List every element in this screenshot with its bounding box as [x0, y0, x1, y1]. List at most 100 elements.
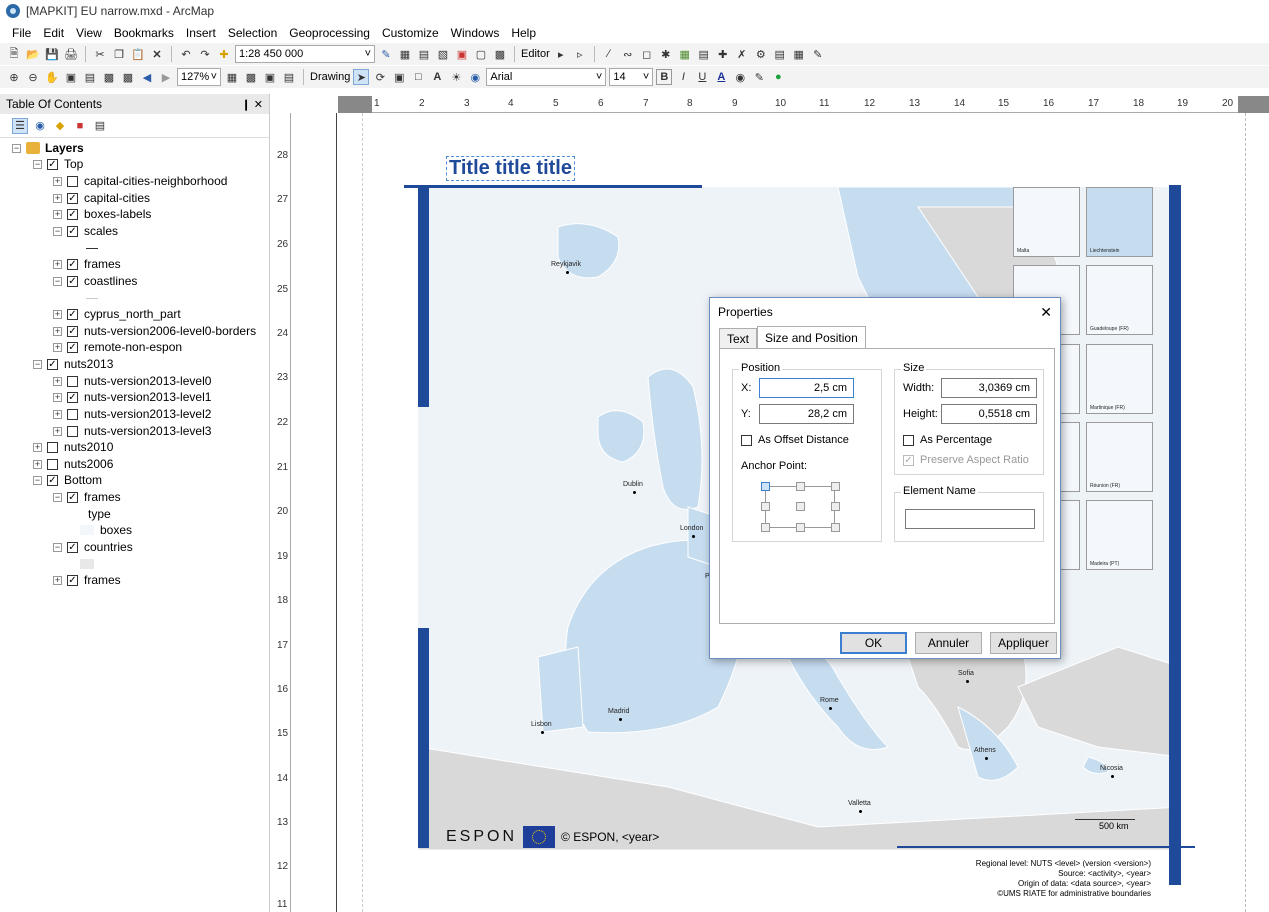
inset-map[interactable]: Malta [1013, 187, 1080, 257]
rectangle-icon[interactable]: □ [410, 69, 426, 85]
expand-icon[interactable]: + [53, 575, 62, 585]
new-document-icon[interactable]: 🗎 [6, 46, 22, 62]
fixed-zoom-in-icon[interactable]: ▩ [101, 69, 117, 85]
pan-page-icon[interactable]: ✋ [44, 69, 60, 85]
checkbox-checked[interactable]: ✓ [67, 308, 78, 320]
checkbox-unchecked[interactable] [67, 175, 78, 187]
menu-customize[interactable]: Customize [376, 26, 445, 40]
checkbox-unchecked[interactable] [47, 441, 58, 453]
focus-data-frame-icon[interactable]: ▩ [243, 69, 259, 85]
bold-button[interactable]: B [656, 69, 673, 85]
cut-polygons-icon[interactable]: ✱ [658, 46, 674, 62]
menu-view[interactable]: View [70, 26, 108, 40]
attributes-icon[interactable]: ⚙ [753, 46, 769, 62]
checkbox-checked[interactable]: ✓ [67, 208, 78, 220]
anchor-bottom-center[interactable] [796, 523, 805, 532]
menu-selection[interactable]: Selection [222, 26, 283, 40]
catalog-icon[interactable]: ▤ [416, 46, 432, 62]
anchor-middle-left[interactable] [761, 502, 770, 511]
collapse-icon[interactable]: − [53, 276, 62, 286]
expand-icon[interactable]: + [53, 426, 62, 436]
font-name-combo[interactable]: Arial ˅ [486, 68, 607, 86]
model-builder-icon[interactable]: ▩ [492, 46, 508, 62]
expand-icon[interactable]: + [53, 392, 62, 402]
new-text-icon[interactable]: A [429, 69, 445, 85]
tree-row-layers[interactable]: − Layers [12, 140, 84, 156]
checkbox-checked[interactable]: ✓ [67, 258, 78, 270]
menu-help[interactable]: Help [505, 26, 542, 40]
list-by-selection-icon[interactable]: ■ [72, 118, 88, 134]
checkbox-unchecked[interactable] [67, 375, 78, 387]
anchor-top-left[interactable] [761, 482, 770, 491]
tree-row-layer[interactable]: + ✓ nuts-version2013-level1 [53, 389, 211, 405]
expand-icon[interactable]: + [33, 442, 42, 452]
tree-row-layer[interactable]: − ✓ coastlines [53, 273, 137, 289]
tree-row-group[interactable]: − ✓ Bottom [33, 472, 102, 488]
paste-icon[interactable]: 📋 [130, 46, 146, 62]
undo-icon[interactable]: ↶ [178, 46, 194, 62]
edit-annotation-icon[interactable]: ▹ [572, 46, 588, 62]
collapse-icon[interactable]: − [33, 359, 42, 369]
element-name-field[interactable] [905, 509, 1035, 529]
checkbox-checked[interactable]: ✓ [67, 491, 78, 503]
list-by-visibility-icon[interactable]: ◆ [52, 118, 68, 134]
tab-size-and-position[interactable]: Size and Position [757, 326, 866, 348]
tree-row-layer[interactable]: + ✓ frames [53, 572, 121, 588]
expand-icon[interactable]: + [53, 309, 62, 319]
split-icon[interactable]: ▤ [696, 46, 712, 62]
topology-icon[interactable]: ▦ [677, 46, 693, 62]
sketch-properties-icon[interactable]: ▤ [772, 46, 788, 62]
tree-row-group[interactable]: − ✓ nuts2013 [33, 356, 113, 372]
font-size-combo[interactable]: 14 ˅ [609, 68, 654, 86]
y-field[interactable]: 28,2 cm [759, 404, 854, 424]
edit-tool-icon[interactable]: ▸ [553, 46, 569, 62]
checkbox-checked[interactable]: ✓ [67, 541, 78, 553]
tree-row-layer[interactable]: + ✓ capital-cities [53, 190, 150, 206]
copy-icon[interactable]: ❐ [111, 46, 127, 62]
anchor-center[interactable] [796, 502, 805, 511]
editor-toolbar-icon[interactable]: ✎ [378, 46, 394, 62]
expand-icon[interactable]: + [53, 209, 62, 219]
tree-row-group[interactable]: + nuts2006 [33, 456, 113, 472]
collapse-icon[interactable]: − [12, 143, 21, 153]
anchor-top-center[interactable] [796, 482, 805, 491]
zoom-percent-combo[interactable]: 127% ˅ [177, 68, 221, 86]
toggle-draft-mode-icon[interactable]: ▦ [224, 69, 240, 85]
checkbox-checked[interactable]: ✓ [67, 341, 78, 353]
x-field[interactable]: 2,5 cm [759, 378, 854, 398]
percentage-checkbox-row[interactable]: As Percentage [903, 434, 992, 446]
zoom-100-icon[interactable]: ▤ [82, 69, 98, 85]
list-by-drawing-order-icon[interactable]: ☰ [12, 117, 28, 134]
tree-row-layer[interactable]: + nuts-version2013-level0 [53, 373, 211, 389]
select-elements-icon[interactable]: ➤ [353, 69, 370, 85]
inset-map[interactable]: Liechtenstein [1086, 187, 1153, 257]
tree-row-group[interactable]: + nuts2010 [33, 439, 113, 455]
construction-icon[interactable]: ◻ [639, 46, 655, 62]
tree-row-category[interactable]: type [88, 506, 111, 522]
zoom-out-page-icon[interactable]: ⊖ [25, 69, 41, 85]
collapse-icon[interactable]: − [53, 492, 62, 502]
expand-icon[interactable]: + [33, 459, 42, 469]
drawing-menu[interactable]: Drawing [310, 71, 350, 83]
checkbox-checked[interactable]: ✓ [47, 158, 58, 170]
previous-extent-icon[interactable]: ◀ [139, 69, 155, 85]
next-extent-icon[interactable]: ▶ [158, 69, 174, 85]
zoom-whole-page-icon[interactable]: ▣ [63, 69, 79, 85]
percentage-checkbox[interactable] [903, 434, 914, 446]
delete-icon[interactable]: ✕ [149, 46, 165, 62]
tree-row-layer[interactable]: + ✓ frames [53, 256, 121, 272]
pin-close-icon[interactable]: ❙ ✕ [242, 98, 264, 111]
inset-map[interactable]: Réunion (FR) [1086, 422, 1153, 492]
height-field[interactable]: 0,5518 cm [941, 404, 1037, 424]
tree-row-layer[interactable]: + ✓ nuts-version2006-level0-borders [53, 323, 256, 339]
checkbox-checked[interactable]: ✓ [47, 474, 58, 486]
map-title-element[interactable]: Title title title [446, 156, 575, 181]
menu-geoprocessing[interactable]: Geoprocessing [283, 26, 376, 40]
checkbox-checked[interactable]: ✓ [47, 358, 58, 370]
inset-map[interactable]: Guadeloupe (FR) [1086, 265, 1153, 335]
print-icon[interactable]: 🖨 [63, 46, 79, 62]
tree-row-layer[interactable]: − ✓ frames [53, 489, 121, 505]
arctoolbox-icon[interactable]: ▣ [454, 46, 470, 62]
expand-icon[interactable]: + [53, 259, 62, 269]
collapse-icon[interactable]: − [33, 159, 42, 169]
